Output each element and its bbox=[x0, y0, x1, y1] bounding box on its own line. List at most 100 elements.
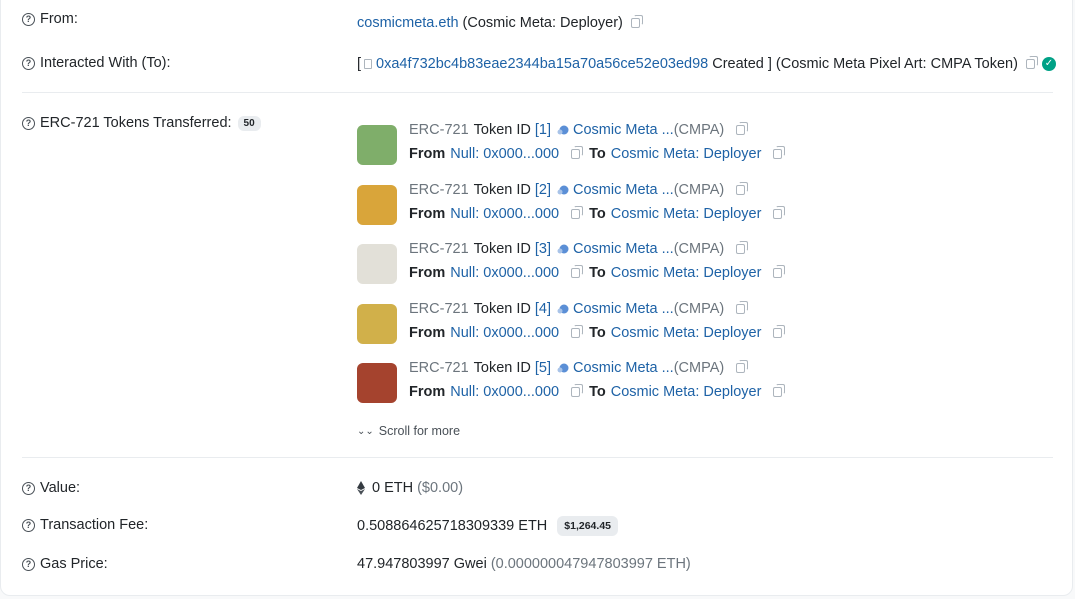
copy-icon[interactable] bbox=[773, 384, 786, 398]
token-contract-link[interactable]: Cosmic Meta ... bbox=[573, 301, 674, 317]
token-to-link[interactable]: Cosmic Meta: Deployer bbox=[611, 325, 762, 341]
token-logo-icon bbox=[557, 363, 569, 373]
copy-icon[interactable] bbox=[736, 360, 749, 374]
to-value: [ 0xa4f732bc4b83eae2344ba15a70a56ce52e03… bbox=[357, 56, 1056, 72]
from-label: From bbox=[409, 265, 446, 282]
copy-icon[interactable] bbox=[571, 265, 584, 279]
ethereum-icon bbox=[357, 481, 365, 495]
token-line: ERC-721 Token ID [1] Cosmic Meta ... (CMPA) bbox=[409, 122, 749, 138]
token-id-label: Token ID bbox=[473, 241, 531, 258]
token-symbol: (CMPA) bbox=[673, 241, 725, 258]
token-id-link[interactable]: [4] bbox=[535, 301, 551, 317]
token-transfer-item: ERC-721 Token ID [1] Cosmic Meta ... (CMPA) F… bbox=[357, 122, 977, 165]
token-thumbnail[interactable] bbox=[357, 303, 397, 344]
token-id-label: Token ID bbox=[473, 181, 531, 198]
token-to-link[interactable]: Cosmic Meta: Deployer bbox=[611, 384, 762, 400]
to-open-bracket: [ bbox=[357, 56, 362, 72]
copy-icon[interactable] bbox=[773, 324, 786, 338]
copy-icon[interactable] bbox=[773, 146, 786, 159]
transfers-label-group: ? ERC-721 Tokens Transferred: 50 bbox=[22, 115, 261, 131]
gas-label: Gas Price: bbox=[40, 556, 108, 572]
contract-file-icon bbox=[364, 59, 373, 69]
token-from-link[interactable]: Null: 0x000...000 bbox=[450, 146, 559, 162]
copy-icon[interactable] bbox=[571, 146, 584, 159]
gas-value: 47.947803997 Gwei (0.000000047947803997 … bbox=[357, 556, 691, 572]
token-thumbnail[interactable] bbox=[357, 244, 397, 285]
divider bbox=[22, 457, 1053, 458]
token-from-link[interactable]: Null: 0x000...000 bbox=[450, 384, 559, 400]
token-id-link[interactable]: [5] bbox=[535, 360, 551, 376]
token-from-to-line: From Null: 0x000...000 To Cosmic Meta: Depl… bbox=[409, 384, 786, 401]
token-id-link[interactable]: [2] bbox=[535, 182, 551, 198]
token-contract-link[interactable]: Cosmic Meta ... bbox=[573, 122, 674, 138]
token-symbol: (CMPA) bbox=[673, 360, 725, 377]
copy-icon[interactable] bbox=[571, 384, 584, 398]
token-from-link[interactable]: Null: 0x000...000 bbox=[450, 206, 559, 222]
copy-icon[interactable] bbox=[736, 300, 749, 314]
token-thumbnail[interactable] bbox=[357, 184, 397, 225]
token-transfer-item: ERC-721 Token ID [2] Cosmic Meta ... (CMPA) F… bbox=[357, 181, 977, 225]
copy-icon[interactable] bbox=[773, 205, 786, 219]
token-transfer-list[interactable]: ERC-721 Token ID [1] Cosmic Meta ... (CMPA) F… bbox=[357, 122, 977, 420]
scroll-for-more[interactable]: ⌄⌄ Scroll for more bbox=[357, 424, 460, 438]
token-transfer-item: ERC-721 Token ID [4] Cosmic Meta ... (CMPA) F… bbox=[357, 300, 977, 344]
chevrons-down-icon: ⌄⌄ bbox=[357, 425, 374, 437]
token-id-label: Token ID bbox=[473, 300, 531, 317]
to-label: To bbox=[589, 384, 606, 401]
token-symbol: (CMPA) bbox=[673, 300, 725, 317]
copy-icon[interactable] bbox=[773, 265, 786, 279]
token-thumbnail[interactable] bbox=[357, 125, 397, 165]
transfers-label: ERC-721 Tokens Transferred: bbox=[40, 115, 232, 131]
copy-icon[interactable] bbox=[630, 15, 643, 28]
token-symbol: (CMPA) bbox=[673, 181, 725, 198]
token-to-link[interactable]: Cosmic Meta: Deployer bbox=[611, 265, 762, 281]
token-contract-link[interactable]: Cosmic Meta ... bbox=[573, 241, 674, 257]
token-id-link[interactable]: [3] bbox=[535, 241, 551, 257]
token-line: ERC-721 Token ID [2] Cosmic Meta ... (CMPA) bbox=[409, 181, 749, 198]
token-logo-icon bbox=[557, 304, 569, 314]
help-icon[interactable]: ? bbox=[22, 518, 35, 532]
token-from-to-line: From Null: 0x000...000 To Cosmic Meta: Depl… bbox=[409, 324, 786, 341]
copy-icon[interactable] bbox=[736, 181, 749, 195]
token-from-link[interactable]: Null: 0x000...000 bbox=[450, 325, 559, 341]
help-icon[interactable]: ? bbox=[22, 481, 35, 495]
token-id-link[interactable]: [1] bbox=[535, 122, 551, 138]
token-thumbnail[interactable] bbox=[357, 363, 397, 404]
token-to-link[interactable]: Cosmic Meta: Deployer bbox=[611, 206, 762, 222]
token-contract-link[interactable]: Cosmic Meta ... bbox=[573, 182, 674, 198]
scroll-label: Scroll for more bbox=[378, 424, 461, 438]
token-transfer-item: ERC-721 Token ID [5] Cosmic Meta ... (CMPA) F… bbox=[357, 360, 977, 404]
copy-icon[interactable] bbox=[736, 122, 749, 135]
from-name: (Cosmic Meta: Deployer) bbox=[462, 15, 623, 31]
copy-icon[interactable] bbox=[736, 241, 749, 255]
token-id-label: Token ID bbox=[473, 122, 531, 138]
copy-icon[interactable] bbox=[571, 205, 584, 219]
token-id-label: Token ID bbox=[473, 360, 531, 377]
token-logo-icon bbox=[557, 244, 569, 254]
value-value: 0 ETH ($0.00) bbox=[357, 480, 463, 496]
to-label: Interacted With (To): bbox=[40, 55, 171, 71]
token-from-to-line: From Null: 0x000...000 To Cosmic Meta: Depl… bbox=[409, 265, 786, 282]
fee-amount: 0.508864625718309339 ETH bbox=[357, 518, 548, 534]
help-icon[interactable]: ? bbox=[22, 12, 35, 26]
token-logo-icon bbox=[557, 185, 569, 195]
token-standard: ERC-721 bbox=[409, 360, 469, 377]
to-name: (Cosmic Meta Pixel Art: CMPA Token) bbox=[775, 56, 1018, 72]
to-address-link[interactable]: 0xa4f732bc4b83eae2344ba15a70a56ce52e03ed… bbox=[376, 56, 708, 72]
help-icon[interactable]: ? bbox=[22, 116, 35, 130]
from-ens-link[interactable]: cosmicmeta.eth bbox=[357, 15, 459, 31]
token-from-link[interactable]: Null: 0x000...000 bbox=[450, 265, 559, 281]
token-standard: ERC-721 bbox=[409, 181, 469, 198]
value-label-group: ? Value: bbox=[22, 480, 80, 496]
token-contract-link[interactable]: Cosmic Meta ... bbox=[573, 360, 674, 376]
copy-icon[interactable] bbox=[1025, 56, 1038, 69]
gas-eth: (0.000000047947803997 ETH) bbox=[490, 556, 691, 572]
to-label: To bbox=[589, 265, 606, 282]
help-icon[interactable]: ? bbox=[22, 557, 35, 571]
from-label-group: ? From: bbox=[22, 11, 78, 27]
token-to-link[interactable]: Cosmic Meta: Deployer bbox=[611, 146, 762, 162]
token-standard: ERC-721 bbox=[409, 300, 469, 317]
help-icon[interactable]: ? bbox=[22, 56, 35, 70]
token-symbol: (CMPA) bbox=[673, 122, 725, 138]
copy-icon[interactable] bbox=[571, 324, 584, 338]
